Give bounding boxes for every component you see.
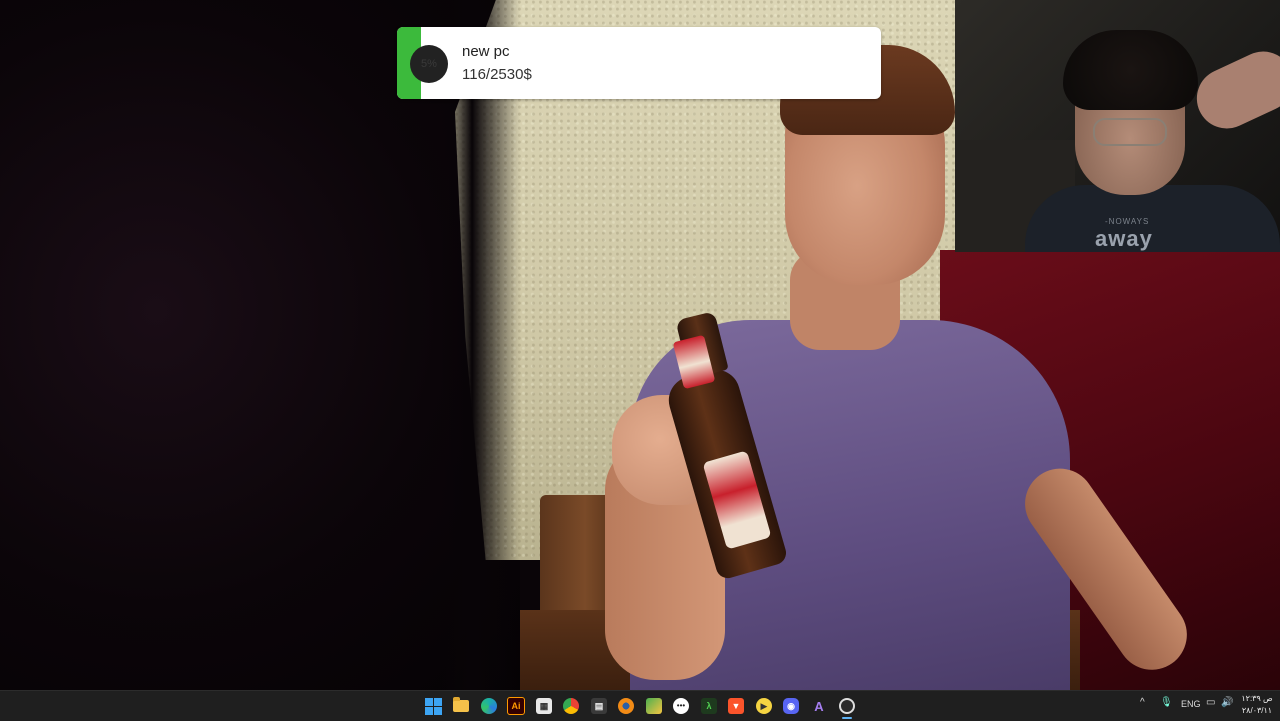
network-icon[interactable]: ▭ [1206, 697, 1215, 708]
file-explorer-icon[interactable] [451, 696, 471, 716]
calculator-icon[interactable]: ▤ [589, 696, 609, 716]
language-indicator[interactable]: ENG [1181, 699, 1201, 709]
goal-title: new pc [462, 43, 510, 60]
goal-amount: 116/2530$ [462, 66, 532, 83]
blender-icon[interactable] [616, 696, 636, 716]
terminal-icon[interactable]: λ [699, 696, 719, 716]
webcam-shirt-subtext: -NOWAYS [1105, 217, 1150, 226]
system-clock[interactable]: ۱۲:۳۹ ص ۲۸/۰۳/۱۱ [1240, 693, 1274, 717]
donation-goal-widget: 5% new pc 116/2530$ [397, 27, 881, 99]
clock-date: ۲۸/۰۳/۱۱ [1241, 706, 1273, 715]
chrome-icon[interactable] [561, 696, 581, 716]
shadow-edge [440, 0, 520, 690]
edge-icon[interactable] [479, 696, 499, 716]
volume-icon[interactable]: 🔊 [1221, 697, 1233, 708]
goal-percent-badge: 5% [410, 45, 448, 83]
app-icon[interactable] [644, 696, 664, 716]
yellow-app-icon[interactable]: ▶ [754, 696, 774, 716]
active-app-indicator [842, 717, 852, 719]
visual-studio-icon[interactable]: A [809, 696, 829, 716]
windows-start-icon[interactable] [423, 696, 443, 716]
tray-overflow-chevron[interactable]: ^ [1140, 697, 1145, 708]
illustrator-icon[interactable]: Ai [506, 696, 526, 716]
windows-taskbar: Ai ▦ ▤ ••• λ ▼ ▶ ◉ A ^ 🎙 ENG ▭ 🔊 ۱۲:۳۹ ص… [0, 690, 1280, 721]
clock-time: ۱۲:۳۹ ص [1241, 694, 1273, 703]
webcam-shirt-text: away [1095, 226, 1153, 251]
webcam-arm [1187, 41, 1280, 139]
chat-bubble-icon[interactable]: ••• [671, 696, 691, 716]
discord-icon[interactable]: ◉ [781, 696, 801, 716]
microsoft-store-icon[interactable]: ▦ [534, 696, 554, 716]
webcam-hair [1063, 30, 1198, 110]
webcam-glasses [1093, 118, 1167, 146]
microphone-icon[interactable]: 🎙 [1160, 697, 1173, 708]
obs-icon[interactable] [837, 696, 857, 716]
brave-icon[interactable]: ▼ [726, 696, 746, 716]
webcam-overlay: -NOWAYS away [955, 0, 1280, 252]
